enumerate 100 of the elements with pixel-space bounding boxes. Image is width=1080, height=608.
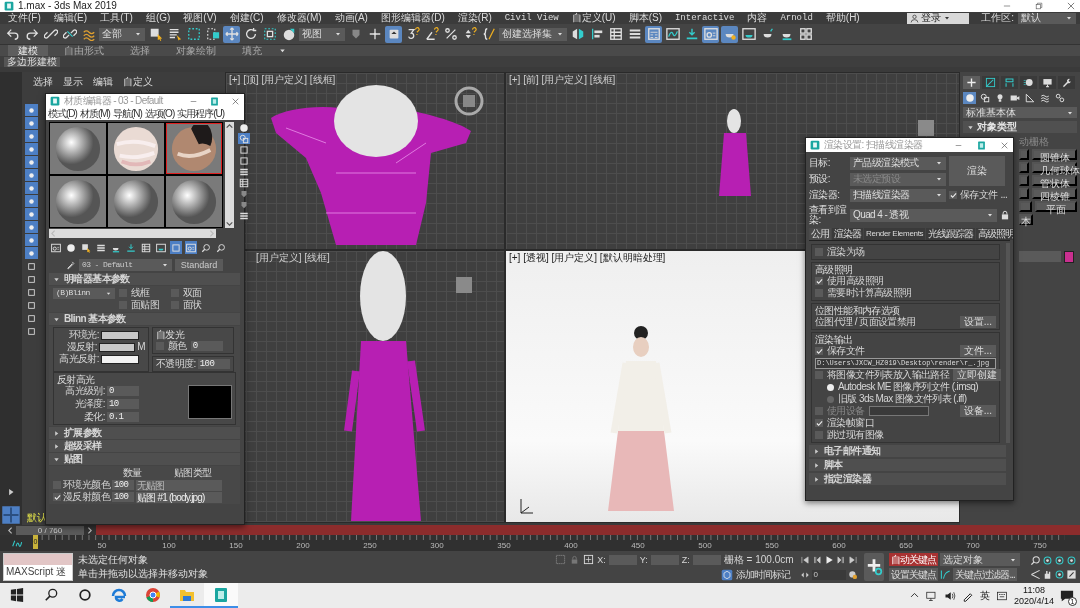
more-button[interactable]: ... bbox=[1000, 189, 1008, 201]
name-field[interactable] bbox=[1019, 251, 1061, 262]
shapes-icon[interactable] bbox=[978, 92, 991, 104]
time-slider[interactable]: 0 / 760 bbox=[16, 525, 84, 535]
menu-item[interactable]: 修改器(M) bbox=[276, 12, 322, 24]
maximize-icon[interactable] bbox=[977, 140, 986, 150]
ribbon-tab[interactable]: 选择 bbox=[120, 45, 160, 56]
menu-item[interactable]: 渲染(R) bbox=[457, 12, 492, 24]
material-sample-slot[interactable] bbox=[50, 123, 106, 174]
material-icon[interactable] bbox=[50, 241, 62, 254]
menu-item[interactable]: Civil View bbox=[504, 12, 559, 24]
close-icon[interactable] bbox=[1000, 140, 1009, 150]
primitive-button[interactable]: 四棱锥 bbox=[1032, 188, 1077, 199]
number-field[interactable]: 0 bbox=[190, 341, 223, 351]
network-icon[interactable] bbox=[925, 589, 938, 602]
dropdown[interactable]: 视图 bbox=[299, 27, 345, 41]
material-name-field[interactable]: 03 - Default bbox=[79, 258, 172, 271]
curve-editor-icon[interactable] bbox=[664, 25, 681, 43]
rollout-header[interactable]: 脚本 bbox=[809, 459, 1006, 471]
app-icon[interactable] bbox=[204, 583, 238, 608]
color-swatch[interactable] bbox=[101, 354, 139, 364]
shader-dropdown[interactable]: (B)Blinn bbox=[53, 287, 115, 299]
panel-icon[interactable] bbox=[645, 25, 662, 43]
rollout-header[interactable]: Blinn 基本参数 bbox=[49, 313, 240, 325]
primitive-button[interactable] bbox=[1019, 162, 1029, 173]
key-filters-button[interactable]: 关键点过滤器... bbox=[953, 568, 1017, 581]
first-frame-icon[interactable] bbox=[799, 554, 810, 565]
clock-time[interactable]: 11:08 bbox=[1023, 584, 1045, 596]
checkbox[interactable] bbox=[815, 419, 823, 427]
menu-item[interactable]: 脚本(S) bbox=[628, 12, 662, 24]
last-frame-icon[interactable] bbox=[847, 554, 858, 565]
triangle-ruler-icon[interactable] bbox=[1023, 92, 1036, 104]
wrench-icon[interactable] bbox=[1058, 76, 1075, 89]
auto-key-button[interactable]: 自动关键点 bbox=[889, 553, 939, 566]
download-icon[interactable] bbox=[125, 241, 137, 254]
percent-snap-icon[interactable] bbox=[442, 25, 459, 43]
file-button[interactable]: 文件... bbox=[959, 345, 996, 357]
menu-item[interactable]: 视图(V) bbox=[183, 12, 217, 24]
chevron-left-icon[interactable] bbox=[6, 525, 15, 535]
number-field[interactable]: 0.1 bbox=[107, 412, 139, 422]
menu-item[interactable]: 图形编辑器(D) bbox=[380, 12, 445, 24]
file-button[interactable]: 立即创建 bbox=[953, 369, 1002, 381]
settings-tab[interactable]: Render Elements bbox=[864, 228, 926, 240]
rollout-header[interactable]: 贴图 bbox=[49, 453, 240, 465]
keyboard-key-icon[interactable] bbox=[385, 25, 402, 43]
grid-icon[interactable] bbox=[797, 25, 814, 43]
number-field[interactable]: 10 bbox=[107, 399, 139, 409]
orbit-icon[interactable] bbox=[1054, 554, 1065, 566]
render-button[interactable]: 渲染 bbox=[949, 156, 1005, 186]
start-icon[interactable] bbox=[10, 587, 24, 602]
viewport-label[interactable]: [+] [顶] [用户定义] [线框] bbox=[229, 74, 336, 86]
move-icon[interactable] bbox=[223, 25, 240, 43]
menu-item[interactable]: 实用程序(U) bbox=[177, 108, 225, 120]
checkbox[interactable] bbox=[815, 347, 823, 355]
maximize-toggle-icon[interactable] bbox=[1066, 568, 1077, 580]
script-field[interactable] bbox=[4, 554, 72, 565]
settings-button[interactable]: 设置... bbox=[959, 316, 996, 328]
teapot-gear-icon[interactable] bbox=[721, 25, 738, 43]
material-type-button[interactable]: Standard bbox=[175, 258, 223, 271]
play-icon[interactable] bbox=[6, 487, 16, 497]
dashed-square-icon[interactable] bbox=[185, 25, 202, 43]
primitive-button[interactable]: 管状体 bbox=[1032, 175, 1077, 186]
menu-item[interactable]: 编辑 bbox=[93, 76, 113, 90]
set-key-button[interactable]: 设置关键点 bbox=[889, 568, 939, 581]
viewport-label[interactable]: [+] [透视] [用户定义] [默认明暗处理] bbox=[509, 252, 666, 264]
menu-item[interactable]: Interactive bbox=[674, 12, 735, 24]
zoom-icon[interactable] bbox=[215, 241, 227, 254]
transform-mode-icon[interactable] bbox=[583, 554, 595, 565]
chevron-right-icon[interactable] bbox=[85, 525, 94, 535]
table-icon[interactable] bbox=[607, 25, 624, 43]
menu-item[interactable]: 组(G) bbox=[145, 12, 171, 24]
menu-item[interactable]: 自定义(U) bbox=[571, 12, 616, 24]
maximize-icon[interactable] bbox=[210, 96, 219, 106]
primitive-button[interactable]: 圆锥体 bbox=[1032, 149, 1077, 160]
primitive-button[interactable] bbox=[1019, 201, 1032, 212]
hierarchy-icon[interactable] bbox=[1001, 76, 1018, 89]
speaker-icon[interactable] bbox=[943, 589, 956, 602]
primitive-button[interactable] bbox=[1019, 149, 1029, 160]
zoom-icon[interactable] bbox=[200, 241, 212, 254]
rollout-header[interactable]: 电子邮件通知 bbox=[809, 445, 1006, 457]
menu-item[interactable]: 内容 bbox=[747, 12, 768, 24]
ribbon-tab[interactable]: 自由形式 bbox=[54, 45, 114, 56]
close-icon[interactable] bbox=[1066, 1, 1076, 11]
table-icon[interactable] bbox=[238, 177, 250, 188]
settings-tab[interactable]: 高级照明 bbox=[976, 228, 1013, 240]
checkbox[interactable] bbox=[53, 493, 61, 501]
restore-icon[interactable] bbox=[1034, 1, 1044, 11]
scroll-up-icon[interactable] bbox=[225, 122, 234, 131]
settings-tab[interactable]: 渲染器 bbox=[832, 228, 863, 240]
bars-icon[interactable] bbox=[238, 210, 250, 221]
key-mode-dropdown[interactable]: 选定对象 bbox=[940, 553, 1021, 566]
category-dropdown[interactable]: 标准基本体 bbox=[963, 107, 1077, 118]
material-icon[interactable] bbox=[702, 25, 719, 43]
previous-frame-icon[interactable] bbox=[811, 554, 822, 565]
time-tag-label[interactable]: 添加时间标记 bbox=[736, 568, 791, 581]
radio-button[interactable] bbox=[827, 383, 834, 391]
dropdown[interactable]: 扫描线渲染器 bbox=[850, 188, 946, 202]
settings-tab[interactable]: 公用 bbox=[809, 228, 831, 240]
menu-item[interactable]: Arnold bbox=[780, 12, 813, 24]
lock-icon[interactable] bbox=[1000, 210, 1010, 220]
